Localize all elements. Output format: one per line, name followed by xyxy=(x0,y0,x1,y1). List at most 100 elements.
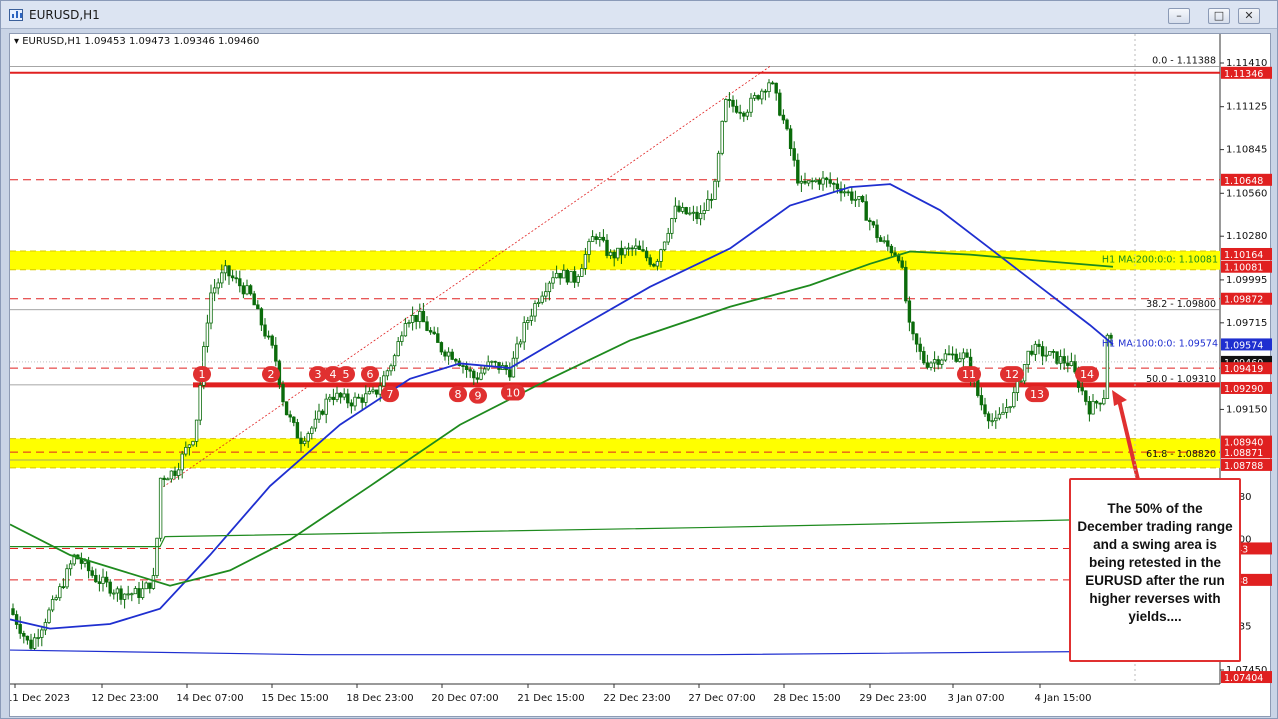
candle-body xyxy=(443,351,447,357)
candle-body xyxy=(688,212,692,215)
candle-body xyxy=(767,82,771,92)
candle-body xyxy=(1051,351,1056,353)
minimize-button[interactable]: – xyxy=(1168,8,1190,24)
candle-body xyxy=(785,119,789,130)
candle-body xyxy=(662,241,667,251)
candle-body xyxy=(86,560,91,572)
candle-body xyxy=(292,416,296,423)
candle-body xyxy=(389,365,393,372)
candle-body xyxy=(914,333,919,345)
candle-body xyxy=(346,393,350,404)
candle-body xyxy=(817,179,822,185)
candle-body xyxy=(1102,398,1106,405)
candle-body xyxy=(871,221,876,226)
time-tick-label: 15 Dec 15:00 xyxy=(261,693,328,704)
time-tick-label: 29 Dec 23:00 xyxy=(859,693,926,704)
candle-body xyxy=(263,324,267,337)
candle-body xyxy=(634,245,638,249)
candle-body xyxy=(842,191,847,194)
candle-body xyxy=(392,355,397,367)
candle-body xyxy=(684,207,688,215)
candle-body xyxy=(266,335,271,338)
candle-body xyxy=(169,470,174,480)
candle-body xyxy=(763,90,768,93)
time-tick-label: 28 Dec 15:00 xyxy=(773,693,840,704)
candle-body xyxy=(180,453,184,471)
candle-body xyxy=(572,271,577,283)
candle-body xyxy=(65,568,69,588)
chart-window-icon xyxy=(9,9,23,21)
candle-body xyxy=(922,351,926,364)
candle-body xyxy=(472,370,476,379)
candle-body xyxy=(338,392,343,398)
candle-body xyxy=(1094,400,1099,404)
candle-body xyxy=(223,265,228,274)
price-tick-label: 1.09150 xyxy=(1226,404,1267,415)
price-tag-label: 1.08788 xyxy=(1224,461,1263,472)
candle-body xyxy=(904,266,908,302)
candle-body xyxy=(900,260,904,268)
candle-body xyxy=(792,148,796,161)
candle-body xyxy=(212,287,217,294)
candle-body xyxy=(140,588,145,598)
candle-body xyxy=(788,128,793,150)
candle-body xyxy=(1044,354,1048,357)
candle-body xyxy=(108,581,112,594)
annotation-text: The 50% of the December trading range an… xyxy=(1077,501,1233,624)
candle-body xyxy=(778,92,782,116)
candle-body xyxy=(702,210,706,214)
candle-body xyxy=(799,180,804,184)
candle-body xyxy=(569,271,573,283)
fib-level-label: 38.2 - 1.09800 xyxy=(1146,299,1216,310)
candle-body xyxy=(533,303,537,317)
candle-body xyxy=(313,418,318,429)
price-tick-label: 1.10280 xyxy=(1226,231,1267,242)
candle-body xyxy=(367,390,372,395)
candle-body xyxy=(515,343,519,359)
candle-body xyxy=(40,629,44,638)
candle-body xyxy=(68,563,73,570)
candle-body xyxy=(101,576,105,584)
price-tick-label: 1.11125 xyxy=(1226,102,1267,113)
close-button[interactable]: ✕ xyxy=(1238,8,1260,24)
candle-body xyxy=(644,250,649,259)
candle-body xyxy=(522,322,526,343)
candle-body xyxy=(551,277,555,284)
maximize-button[interactable]: □ xyxy=(1208,8,1230,24)
daily-ma100-line xyxy=(10,649,1081,656)
candle-body xyxy=(403,323,408,337)
candle-body xyxy=(608,251,613,256)
candle-body xyxy=(22,632,26,637)
candle-body xyxy=(450,351,454,360)
candle-body xyxy=(770,82,775,85)
candle-body xyxy=(911,321,915,335)
candle-body xyxy=(691,211,696,214)
candle-body xyxy=(630,247,634,250)
candle-body xyxy=(209,292,213,324)
time-tick-label: 20 Dec 07:00 xyxy=(431,693,498,704)
candle-body xyxy=(104,576,109,583)
candle-body xyxy=(191,440,195,446)
candle-body xyxy=(155,537,159,577)
candle-body xyxy=(245,285,249,295)
candle-body xyxy=(407,322,411,324)
candle-body xyxy=(749,97,753,113)
candle-body xyxy=(886,240,890,247)
price-tag-label: 1.10164 xyxy=(1224,250,1263,261)
candle-body xyxy=(677,205,681,212)
candle-body xyxy=(428,330,433,333)
candle-body xyxy=(299,437,303,445)
candle-body xyxy=(1098,402,1102,405)
candle-body xyxy=(360,397,364,403)
window-titlebar: EURUSD,H1 – □ ✕ xyxy=(1,1,1277,29)
candle-body xyxy=(306,433,310,442)
candle-body xyxy=(724,99,728,122)
candle-body xyxy=(115,588,120,594)
candle-body xyxy=(259,308,264,326)
candle-body xyxy=(1091,400,1095,415)
candle-body xyxy=(954,353,958,362)
candle-body xyxy=(932,359,937,364)
fib-level-label: 50.0 - 1.09310 xyxy=(1146,374,1216,385)
price-tag-label: 1.07404 xyxy=(1224,673,1263,684)
candle-body xyxy=(648,257,652,265)
